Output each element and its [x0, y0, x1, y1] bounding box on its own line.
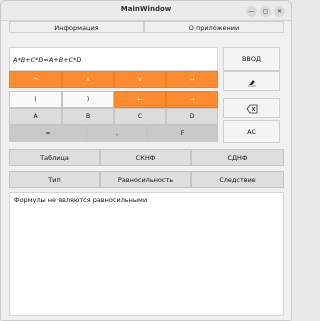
key-d[interactable]: D	[166, 108, 218, 125]
enter-button[interactable]: ВВОД	[223, 47, 280, 71]
key-a[interactable]: A	[9, 108, 62, 125]
menu-about[interactable]: О приложении	[144, 21, 284, 33]
key-or[interactable]: ∨	[114, 71, 166, 88]
key-and[interactable]: ∧	[62, 71, 114, 88]
key-equals[interactable]: =	[9, 125, 87, 142]
close-button[interactable]: ✕	[274, 6, 285, 17]
key-equiv[interactable]: ↔	[166, 71, 218, 88]
key-not[interactable]: ¬	[9, 71, 62, 88]
minimize-button[interactable]: —	[246, 6, 257, 17]
backspace-icon	[246, 104, 257, 114]
table-button[interactable]: Таблица	[9, 149, 100, 166]
main-window: MainWindow — ◻ ✕ Информация О приложении…	[0, 0, 292, 321]
key-open-paren[interactable]: (	[9, 91, 62, 108]
consequence-button[interactable]: Следствие	[191, 171, 284, 188]
key-right-arrow[interactable]: →	[166, 91, 218, 108]
key-b[interactable]: B	[62, 108, 114, 125]
key-c[interactable]: C	[114, 108, 166, 125]
output-text: Формулы не являются равносильными	[9, 192, 284, 316]
sknf-button[interactable]: СКНФ	[100, 149, 191, 166]
title-bar: MainWindow — ◻ ✕	[1, 1, 291, 21]
eraser-icon	[247, 80, 256, 87]
key-close-paren[interactable]: )	[62, 91, 114, 108]
key-f[interactable]: F	[147, 125, 218, 142]
key-left-arrow[interactable]: ←	[114, 91, 166, 108]
erase-button[interactable]	[223, 71, 280, 91]
menu-info[interactable]: Информация	[9, 21, 144, 33]
type-button[interactable]: Тип	[9, 171, 100, 188]
backspace-button[interactable]	[223, 98, 280, 118]
clear-all-button[interactable]: AC	[223, 120, 280, 143]
menu-bar: Информация О приложении	[9, 21, 284, 33]
sdnf-button[interactable]: СДНФ	[191, 149, 284, 166]
equivalence-button[interactable]: Равносильность	[100, 171, 191, 188]
formula-input[interactable]: A*B+C*D=A+B+C*D	[9, 47, 218, 71]
maximize-button[interactable]: ◻	[260, 6, 271, 17]
key-comma[interactable]: ,	[87, 125, 147, 142]
